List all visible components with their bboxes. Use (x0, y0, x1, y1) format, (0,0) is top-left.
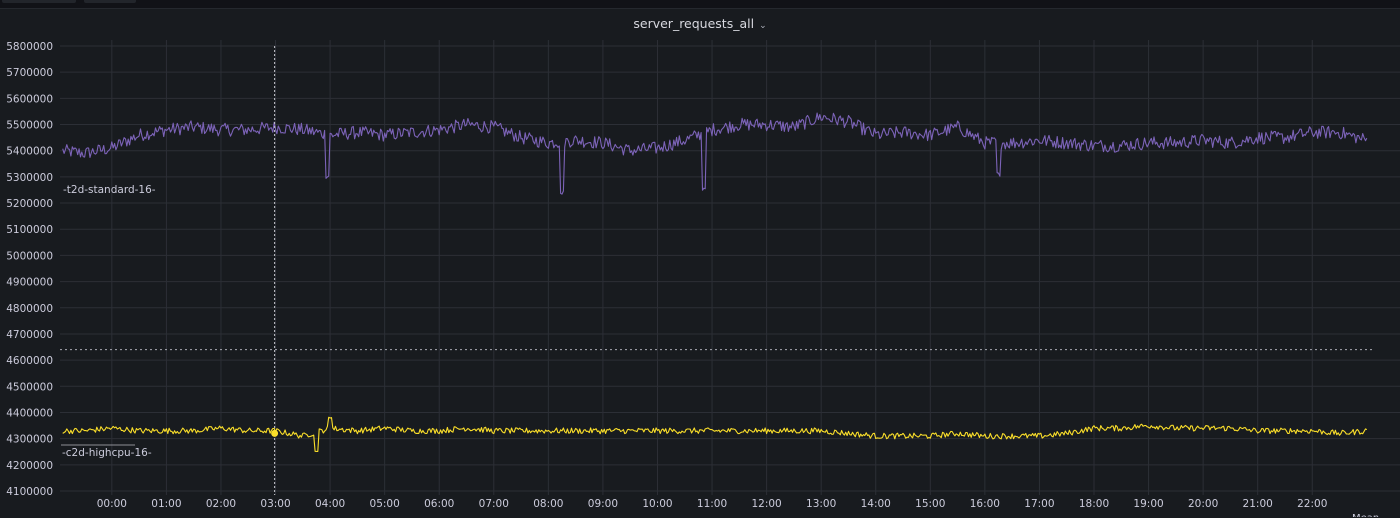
x-tick-label: 18:00 (1079, 498, 1109, 510)
legend-mean-label: Mean (1352, 513, 1379, 517)
y-tick-label: 5800000 (6, 41, 53, 53)
y-tick-label: 5400000 (6, 146, 53, 158)
x-tick-label: 14:00 (861, 498, 891, 510)
x-tick-label: 03:00 (260, 498, 290, 510)
series-line-t2d-standard (62, 112, 1368, 195)
series-label-c2d-highcpu: -c2d-highcpu-16- (62, 447, 152, 459)
x-tick-label: 04:00 (315, 498, 345, 510)
y-tick-label: 4800000 (6, 303, 53, 315)
x-tick-label: 08:00 (533, 498, 563, 510)
y-tick-label: 4100000 (6, 486, 53, 498)
y-tick-label: 5300000 (6, 172, 53, 184)
x-tick-label: 16:00 (970, 498, 1000, 510)
x-tick-label: 02:00 (206, 498, 236, 510)
crosshair-point (271, 429, 279, 437)
series-label-t2d-standard: -t2d-standard-16- (63, 184, 156, 196)
y-tick-label: 4500000 (6, 381, 53, 393)
x-tick-label: 15:00 (915, 498, 945, 510)
x-tick-label: 20:00 (1188, 498, 1218, 510)
x-tick-label: 12:00 (751, 498, 781, 510)
y-tick-label: 4600000 (6, 355, 53, 367)
y-tick-label: 5600000 (6, 93, 53, 105)
y-tick-label: 4700000 (6, 329, 53, 341)
x-tick-label: 10:00 (642, 498, 672, 510)
x-tick-label: 07:00 (479, 498, 509, 510)
x-tick-label: 11:00 (697, 498, 727, 510)
y-tick-label: 4900000 (6, 277, 53, 289)
y-tick-label: 5700000 (6, 67, 53, 79)
y-tick-label: 5500000 (6, 120, 53, 132)
x-tick-label: 00:00 (97, 498, 127, 510)
time-series-chart[interactable]: 5800000 5700000 5600000 5500000 5400000 53000… (0, 0, 1400, 517)
series-line-c2d-highcpu (62, 416, 1368, 453)
x-tick-label: 01:00 (151, 498, 181, 510)
y-tick-label: 5100000 (6, 224, 53, 236)
x-tick-label: 21:00 (1243, 498, 1273, 510)
x-tick-label: 22:00 (1297, 498, 1327, 510)
x-tick-label: 09:00 (588, 498, 618, 510)
x-tick-label: 05:00 (370, 498, 400, 510)
y-tick-label: 4400000 (6, 407, 53, 419)
y-tick-label: 5200000 (6, 198, 53, 210)
x-tick-label: 06:00 (424, 498, 454, 510)
x-tick-label: 19:00 (1133, 498, 1163, 510)
x-tick-label: 13:00 (806, 498, 836, 510)
y-tick-label: 4300000 (6, 434, 53, 446)
y-tick-label: 4200000 (6, 460, 53, 472)
y-tick-label: 5000000 (6, 250, 53, 262)
x-tick-label: 17:00 (1024, 498, 1054, 510)
